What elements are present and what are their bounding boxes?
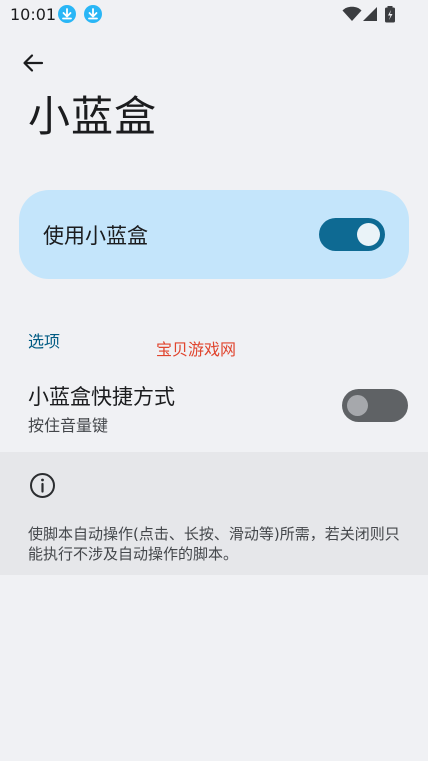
shortcut-subtitle: 按住音量键 <box>28 416 109 435</box>
info-box: 使脚本自动操作(点击、长按、滑动等)所需，若关闭则只能执行不涉及自动操作的脚本。 <box>0 452 428 575</box>
arrow-left-icon <box>23 54 44 72</box>
status-bar: 10:01 <box>0 0 428 30</box>
back-button[interactable] <box>14 44 52 82</box>
info-icon <box>30 473 55 498</box>
signal-icon <box>362 6 378 26</box>
section-header-options: 选项 <box>28 332 61 351</box>
status-time: 10:01 <box>10 5 57 24</box>
switch-knob <box>357 223 380 246</box>
main-toggle-label: 使用小蓝盒 <box>43 224 148 248</box>
main-toggle-switch[interactable] <box>319 218 385 251</box>
shortcut-toggle-switch[interactable] <box>342 389 408 422</box>
page-title: 小蓝盒 <box>28 92 158 141</box>
main-toggle-card[interactable]: 使用小蓝盒 <box>19 190 409 279</box>
shortcut-title: 小蓝盒快捷方式 <box>28 385 175 409</box>
download-icon <box>84 5 102 23</box>
wifi-icon <box>342 6 362 26</box>
watermark: 宝贝游戏网 <box>156 340 237 359</box>
download-icon <box>58 5 76 23</box>
info-text: 使脚本自动操作(点击、长按、滑动等)所需，若关闭则只能执行不涉及自动操作的脚本。 <box>28 525 400 563</box>
battery-charging-icon <box>384 6 396 27</box>
switch-knob <box>347 395 368 416</box>
